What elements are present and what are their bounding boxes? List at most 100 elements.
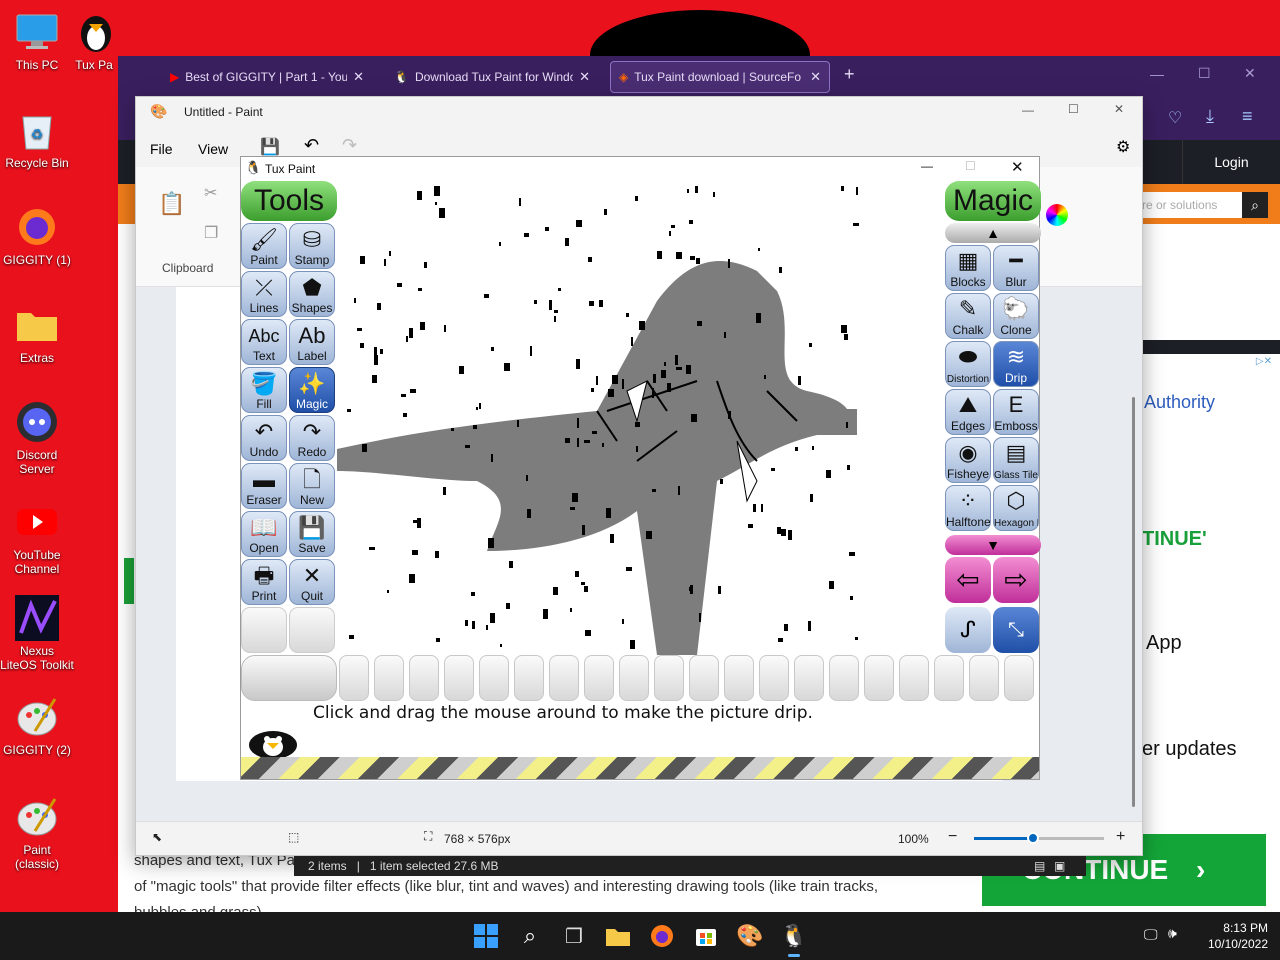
search-icon[interactable]: ⌕	[1242, 192, 1268, 218]
minimize-icon[interactable]: —	[1022, 103, 1034, 117]
start-icon[interactable]	[470, 920, 502, 952]
color-swatch[interactable]	[1004, 655, 1034, 701]
magic-hexagon-mosaic-button[interactable]: ⬡ Hexagon Mosaic	[993, 485, 1039, 531]
close-tab-icon[interactable]: ✕	[353, 69, 364, 85]
magic-fullscreen-mode-button[interactable]: ⤡	[993, 607, 1039, 653]
desktop-icon-extras[interactable]: Extras	[0, 303, 74, 365]
tool-stamp-button[interactable]: ⛁ Stamp	[289, 223, 335, 269]
tool-undo-button[interactable]: ↶ Undo	[241, 415, 287, 461]
color-swatch[interactable]	[689, 655, 719, 701]
color-swatch[interactable]	[969, 655, 999, 701]
color-swatch[interactable]	[584, 655, 614, 701]
menu-file[interactable]: File	[150, 141, 173, 157]
zoom-slider-thumb[interactable]	[1026, 832, 1039, 844]
tool-save-button[interactable]: 💾 Save	[289, 511, 335, 557]
color-swatch[interactable]	[759, 655, 789, 701]
desktop-icon-giggity-1[interactable]: GIGGITY (1)	[0, 205, 74, 267]
close-window-icon[interactable]: ✕	[1244, 65, 1256, 82]
tool-open-button[interactable]: 📖 Open	[241, 511, 287, 557]
clock[interactable]: 8:13 PM 10/10/2022	[1192, 920, 1268, 952]
file-explorer-icon[interactable]	[602, 920, 634, 952]
color-swatch[interactable]	[514, 655, 544, 701]
maximize-icon[interactable]: ☐	[1198, 65, 1211, 82]
color-swatch[interactable]	[654, 655, 684, 701]
magic-prev-button[interactable]: ⇦	[945, 557, 991, 603]
magic-distortion-button[interactable]: ⬬ Distortion	[945, 341, 991, 387]
cut-icon[interactable]: ✂	[204, 183, 217, 203]
desktop-icon-paint-classic[interactable]: Paint (classic)	[0, 795, 74, 871]
tux-paint-taskbar-icon[interactable]: 🐧	[778, 920, 810, 952]
paste-icon[interactable]: 📋	[158, 191, 185, 217]
desktop-icon-giggity-2[interactable]: GIGGITY (2)	[0, 695, 74, 757]
tool-paint-button[interactable]: 🖌 Paint	[241, 223, 287, 269]
desktop-icon-discord[interactable]: Discord Server	[0, 400, 74, 476]
zoom-slider[interactable]	[974, 832, 1104, 844]
tool-label-button[interactable]: Ab Label	[289, 319, 335, 365]
desktop-icon-this-pc[interactable]: This PC	[0, 10, 74, 72]
magic-scroll-down-button[interactable]: ▼	[945, 535, 1041, 555]
save-icon[interactable]: 💾	[260, 137, 280, 157]
magic-emboss-button[interactable]: E Emboss	[993, 389, 1039, 435]
color-swatch[interactable]	[444, 655, 474, 701]
tiles-view-icon[interactable]: ▣	[1054, 856, 1065, 876]
zoom-out-icon[interactable]: −	[948, 828, 957, 846]
tool-quit-button[interactable]: ✕ Quit	[289, 559, 335, 605]
paint-scrollbar[interactable]	[1132, 397, 1135, 807]
color-swatch[interactable]	[409, 655, 439, 701]
minimize-icon[interactable]: —	[921, 159, 933, 173]
tool-lines-button[interactable]: ⤫ Lines	[241, 271, 287, 317]
tool-shapes-button[interactable]: ⬟ Shapes	[289, 271, 335, 317]
tab-sourceforge[interactable]: ◈ Tux Paint download | SourceFo ✕	[610, 61, 830, 93]
desktop-icon-nexus[interactable]: Nexus LiteOS Toolkit	[0, 595, 74, 672]
close-tab-icon[interactable]: ✕	[579, 69, 590, 85]
download-icon[interactable]: ⤓	[1206, 106, 1214, 127]
tab-tux-download[interactable]: 🐧 Download Tux Paint for Windo ✕	[386, 61, 598, 93]
color-swatch[interactable]	[829, 655, 859, 701]
tool-eraser-button[interactable]: ▬ Eraser	[241, 463, 287, 509]
color-swatch[interactable]	[724, 655, 754, 701]
color-swatch[interactable]	[794, 655, 824, 701]
color-swatch[interactable]	[864, 655, 894, 701]
color-swatch[interactable]	[374, 655, 404, 701]
magic-clone-button[interactable]: 🐑 Clone	[993, 293, 1039, 339]
color-swatch[interactable]	[339, 655, 369, 701]
magic-halftone-button[interactable]: ⁘ Halftone	[945, 485, 991, 531]
magic-fisheye-button[interactable]: ◉ Fisheye	[945, 437, 991, 483]
task-view-icon[interactable]: ❐	[558, 920, 590, 952]
new-tab-button[interactable]: +	[844, 64, 855, 85]
tux-drawing-canvas[interactable]	[337, 181, 943, 655]
volume-icon[interactable]: 🕪	[1168, 925, 1177, 942]
tool-magic-button[interactable]: ✨ Magic	[289, 367, 335, 413]
magic-paint-mode-button[interactable]: ᔑ	[945, 607, 991, 653]
tool-new-button[interactable]: 🗋 New	[289, 463, 335, 509]
magic-blur-button[interactable]: ━ Blur	[993, 245, 1039, 291]
tool-fill-button[interactable]: 🪣 Fill	[241, 367, 287, 413]
magic-next-button[interactable]: ⇨	[993, 557, 1039, 603]
tab-youtube[interactable]: ▶ Best of GIGGITY | Part 1 - YouTub ✕	[162, 61, 372, 93]
settings-icon[interactable]: ⚙	[1116, 137, 1130, 157]
zoom-in-icon[interactable]: +	[1116, 828, 1125, 846]
pocket-icon[interactable]: ♡	[1168, 108, 1182, 128]
tool-text-button[interactable]: Abc Text	[241, 319, 287, 365]
magic-blocks-button[interactable]: ▦ Blocks	[945, 245, 991, 291]
network-icon[interactable]: 🖵	[1144, 926, 1158, 943]
tool-print-button[interactable]: 🖶 Print	[241, 559, 287, 605]
color-swatch[interactable]	[619, 655, 649, 701]
undo-icon[interactable]: ↶	[304, 135, 319, 156]
color-swatch[interactable]	[899, 655, 929, 701]
desktop-icon-tux-paint[interactable]: Tux Pa	[74, 10, 114, 72]
magic-edges-button[interactable]: ⛰ Edges	[945, 389, 991, 435]
details-view-icon[interactable]: ▤	[1034, 856, 1045, 876]
desktop-icon-youtube[interactable]: YouTube Channel	[0, 500, 74, 576]
search-icon[interactable]: ⌕	[514, 920, 546, 952]
close-tab-icon[interactable]: ✕	[810, 69, 821, 85]
store-icon[interactable]	[690, 920, 722, 952]
tool-redo-button[interactable]: ↷ Redo	[289, 415, 335, 461]
color-swatch[interactable]	[479, 655, 509, 701]
color-swatch[interactable]	[934, 655, 964, 701]
magic-glass-tile-button[interactable]: ▤ Glass Tile	[993, 437, 1039, 483]
color-picker-large-slot[interactable]	[241, 655, 337, 701]
login-link[interactable]: Login	[1182, 140, 1280, 184]
maximize-icon[interactable]: ☐	[1068, 102, 1079, 116]
menu-icon[interactable]: ≡	[1242, 106, 1253, 127]
